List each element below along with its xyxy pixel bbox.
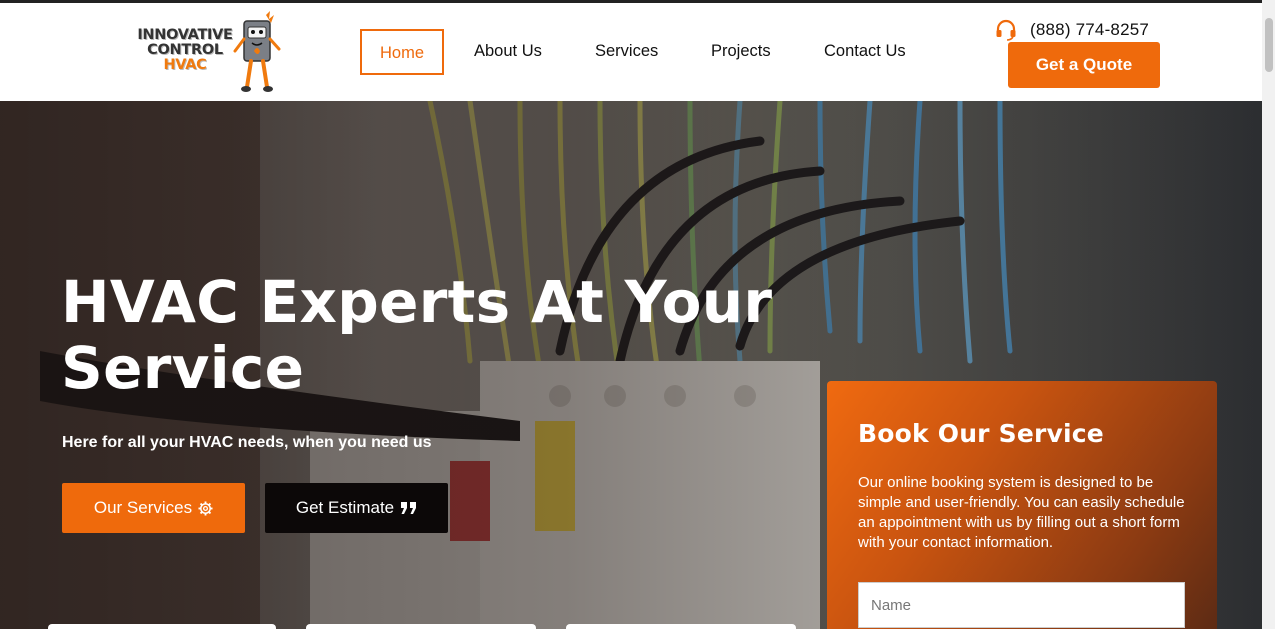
our-services-button[interactable]: Our Services — [62, 483, 245, 533]
phone-number[interactable]: (888) 774-8257 — [1030, 20, 1149, 40]
logo-wordmark: INNOVATIVE CONTROL HVAC — [132, 28, 238, 73]
site-logo[interactable]: INNOVATIVE CONTROL HVAC — [132, 11, 282, 95]
get-estimate-label: Get Estimate — [295, 498, 395, 517]
logo-line-1: INNOVATIVE — [137, 27, 233, 43]
furnace-mascot-icon — [233, 11, 281, 92]
nav-projects[interactable]: Projects — [711, 29, 771, 75]
booking-title: Book Our Service — [858, 419, 1104, 448]
booking-description: Our online booking system is designed to… — [858, 474, 1185, 551]
feature-card-1 — [48, 624, 276, 629]
feature-card-3 — [566, 624, 796, 629]
feature-card-2 — [306, 624, 536, 629]
hero-section: HVAC Experts At Your Service Here for al… — [0, 101, 1262, 629]
logo-line-3: HVAC — [163, 57, 207, 73]
booking-panel: Book Our Service Our online booking syst… — [827, 381, 1217, 629]
nav-contact-us[interactable]: Contact Us — [824, 29, 906, 75]
scrollbar-thumb[interactable] — [1265, 18, 1273, 72]
nav-home[interactable]: Home — [360, 29, 445, 75]
gear-icon — [198, 500, 213, 516]
get-a-quote-button[interactable]: Get a Quote — [1008, 42, 1160, 88]
hero-title: HVAC Experts At Your Service — [61, 268, 773, 402]
nav-services[interactable]: Services — [595, 29, 658, 75]
headset-icon — [996, 19, 1016, 41]
nav-about-us[interactable]: About Us — [474, 29, 542, 75]
quote-marks-icon — [401, 502, 417, 514]
site-header: INNOVATIVE CONTROL HVAC Home About Us Se… — [0, 3, 1262, 101]
our-services-label: Our Services — [93, 498, 193, 517]
get-estimate-button[interactable]: Get Estimate — [265, 483, 448, 533]
page-scrollbar[interactable] — [1262, 0, 1275, 629]
hero-subtitle: Here for all your HVAC needs, when you n… — [62, 434, 432, 451]
header-phone[interactable]: (888) 774-8257 — [995, 18, 1149, 42]
name-input[interactable] — [858, 582, 1185, 628]
logo-line-2: CONTROL — [147, 42, 223, 58]
